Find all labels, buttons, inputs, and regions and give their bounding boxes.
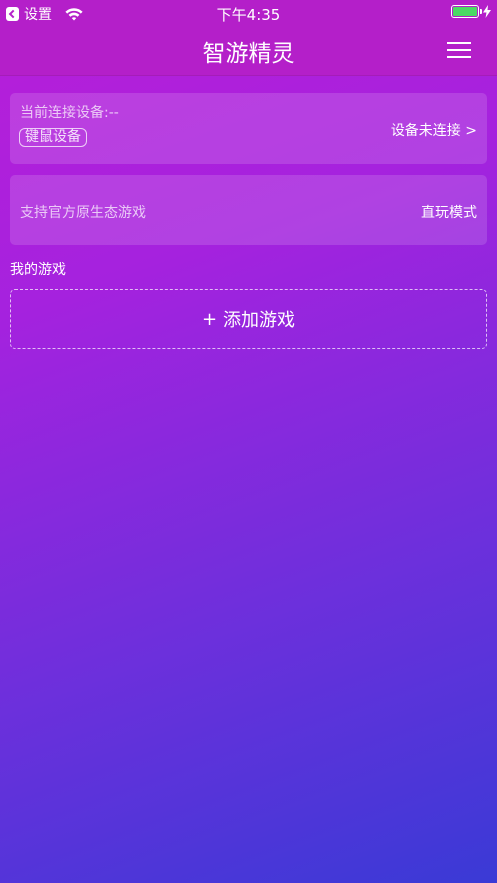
play-mode-description: 支持官方原生态游戏 <box>20 205 146 221</box>
add-game-button[interactable]: + 添加游戏 <box>10 289 487 349</box>
nav-bar: 智游精灵 <box>0 26 497 76</box>
current-device-label: 当前连接设备:-- <box>20 105 119 121</box>
status-time: 下午4:35 <box>216 6 281 24</box>
add-game-label: 添加游戏 <box>223 310 296 331</box>
plus-icon: + <box>201 308 218 330</box>
device-status-card[interactable]: 当前连接设备:-- 键鼠设备 设备未连接 > <box>10 93 487 164</box>
battery-icon <box>451 5 482 18</box>
page-title: 智游精灵 <box>202 41 295 67</box>
status-bar-right <box>451 5 491 18</box>
menu-icon[interactable] <box>447 42 471 60</box>
status-bar: 设置 下午4:35 <box>0 0 497 26</box>
my-games-heading: 我的游戏 <box>10 262 66 278</box>
direct-play-mode-button[interactable]: 直玩模式 <box>421 202 477 222</box>
device-connect-link[interactable]: 设备未连接 > <box>391 120 477 140</box>
device-type-tag: 键鼠设备 <box>19 128 87 147</box>
play-mode-card[interactable]: 支持官方原生态游戏 直玩模式 <box>10 175 487 245</box>
charging-bolt-icon <box>483 5 491 18</box>
